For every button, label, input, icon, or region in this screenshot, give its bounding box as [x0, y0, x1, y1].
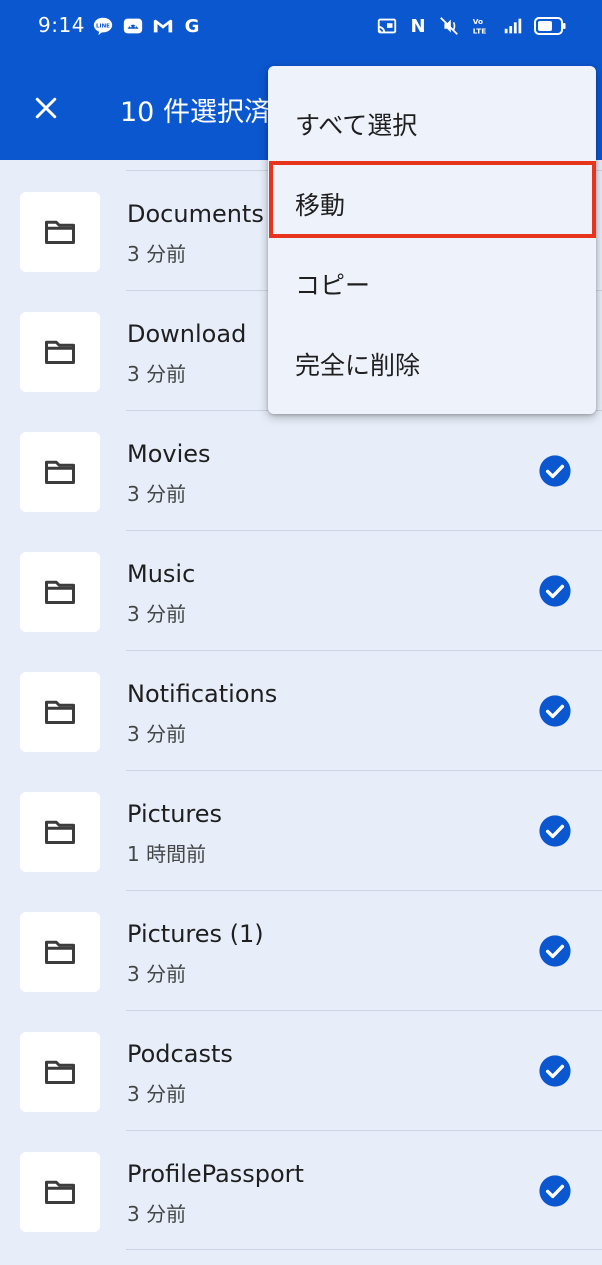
menu-item-label: 完全に削除: [295, 351, 421, 380]
file-name: Notifications: [127, 680, 278, 708]
file-modified-time: 3 分前: [127, 1082, 187, 1106]
list-item[interactable]: Pictures 1 時間前: [0, 770, 602, 890]
list-item[interactable]: Podcasts 3 分前: [0, 1010, 602, 1130]
status-bar: 9:14 LINE G N Vo LTE: [0, 0, 602, 54]
folder-thumbnail: [20, 792, 100, 872]
file-name: Movies: [127, 440, 211, 468]
folder-thumbnail: [20, 1152, 100, 1232]
folder-icon: [45, 820, 75, 844]
folder-icon: [45, 220, 75, 244]
list-item[interactable]: Pictures (1) 3 分前: [0, 890, 602, 1010]
divider: [126, 770, 602, 771]
folder-thumbnail: [20, 672, 100, 752]
file-modified-time: 3 分前: [127, 962, 187, 986]
folder-thumbnail: [20, 432, 100, 512]
notification-icons: LINE G: [92, 14, 202, 38]
divider: [126, 1010, 602, 1011]
file-modified-time: 1 時間前: [127, 842, 207, 866]
selected-check-icon[interactable]: [538, 814, 572, 848]
file-modified-time: 3 分前: [127, 242, 187, 266]
line-icon: LINE: [92, 15, 114, 37]
folder-thumbnail: [20, 912, 100, 992]
selected-check-icon[interactable]: [538, 1054, 572, 1088]
selection-count-title: 10 件選択済: [120, 97, 271, 128]
list-item[interactable]: ProfilePassport 3 分前: [0, 1130, 602, 1250]
folder-icon: [45, 340, 75, 364]
cast-icon: [376, 15, 398, 37]
android-icon: [122, 15, 144, 37]
folder-thumbnail: [20, 192, 100, 272]
folder-thumbnail: [20, 552, 100, 632]
divider: [126, 1130, 602, 1131]
file-modified-time: 3 分前: [127, 602, 187, 626]
gmail-icon: [152, 15, 174, 37]
folder-icon: [45, 700, 75, 724]
menu-item-label: すべて選択: [295, 111, 418, 140]
google-icon: G: [184, 15, 200, 37]
divider: [126, 1249, 602, 1250]
list-item[interactable]: Music 3 分前: [0, 530, 602, 650]
divider: [126, 650, 602, 651]
divider: [126, 530, 602, 531]
selected-check-icon[interactable]: [538, 454, 572, 488]
folder-icon: [45, 940, 75, 964]
overflow-menu: すべて選択 移動 コピー 完全に削除: [268, 66, 596, 414]
mute-icon: [438, 15, 460, 37]
menu-item-delete-permanently[interactable]: 完全に削除: [268, 322, 596, 402]
file-modified-time: 3 分前: [127, 362, 187, 386]
svg-text:LTE: LTE: [473, 26, 486, 35]
file-name: ProfilePassport: [127, 1160, 304, 1188]
folder-icon: [45, 460, 75, 484]
file-modified-time: 3 分前: [127, 482, 187, 506]
menu-item-copy[interactable]: コピー: [268, 242, 596, 322]
selected-check-icon[interactable]: [538, 934, 572, 968]
selected-check-icon[interactable]: [538, 694, 572, 728]
selected-check-icon[interactable]: [538, 574, 572, 608]
svg-text:Vo: Vo: [473, 17, 483, 26]
signal-icon: [502, 15, 524, 37]
menu-item-label: コピー: [295, 271, 371, 300]
file-name: Podcasts: [127, 1040, 233, 1068]
file-name: Pictures (1): [127, 920, 264, 948]
list-item[interactable]: Movies 3 分前: [0, 410, 602, 530]
system-icons: N Vo LTE: [376, 14, 566, 38]
file-name: Pictures: [127, 800, 223, 828]
folder-thumbnail: [20, 1032, 100, 1112]
status-time: 9:14: [38, 13, 85, 37]
file-modified-time: 3 分前: [127, 722, 187, 746]
volte-icon: Vo LTE: [470, 15, 492, 37]
file-name: Download: [127, 320, 247, 348]
svg-text:LINE: LINE: [96, 23, 110, 29]
battery-icon: [534, 15, 566, 37]
nfc-icon: N: [410, 15, 426, 37]
folder-icon: [45, 1060, 75, 1084]
menu-item-select-all[interactable]: すべて選択: [268, 82, 596, 162]
list-item[interactable]: Notifications 3 分前: [0, 650, 602, 770]
divider: [126, 890, 602, 891]
folder-thumbnail: [20, 312, 100, 392]
close-icon: [35, 97, 57, 119]
file-name: Music: [127, 560, 196, 588]
file-name: Documents: [127, 200, 264, 228]
menu-item-move[interactable]: 移動: [268, 162, 596, 242]
file-modified-time: 3 分前: [127, 1202, 187, 1226]
menu-item-label: 移動: [295, 191, 346, 220]
folder-icon: [45, 580, 75, 604]
selected-check-icon[interactable]: [538, 1174, 572, 1208]
close-selection-button[interactable]: [22, 84, 70, 132]
folder-icon: [45, 1180, 75, 1204]
